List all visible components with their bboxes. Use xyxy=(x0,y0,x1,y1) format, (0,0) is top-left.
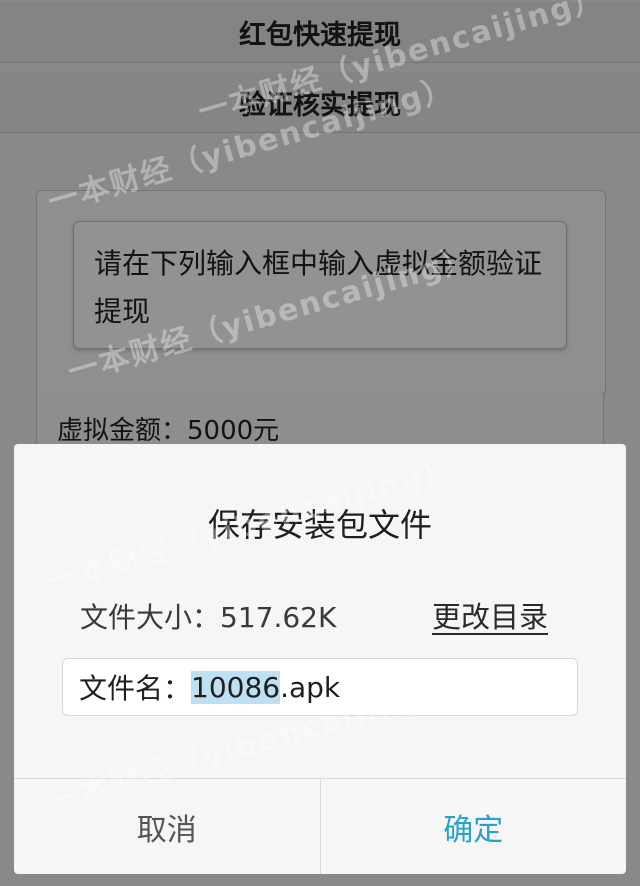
save-apk-dialog: 保存安装包文件 文件大小：517.62K 更改目录 文件名： 10086 .apk … xyxy=(14,444,626,874)
dialog-title: 保存安装包文件 xyxy=(207,506,432,544)
file-size: 文件大小：517.62K xyxy=(80,596,336,636)
dialog-button-row: 取消 确定 xyxy=(14,778,626,874)
filename-selected-text: 10086 xyxy=(191,670,281,704)
filename-label: 文件名： xyxy=(79,672,192,705)
confirm-button[interactable]: 确定 xyxy=(321,779,627,874)
filename-input[interactable]: 文件名： 10086 .apk xyxy=(62,658,578,716)
file-size-label: 文件大小： xyxy=(80,601,221,634)
cancel-button[interactable]: 取消 xyxy=(14,779,321,874)
filename-extension: .apk xyxy=(280,670,341,704)
change-directory-link[interactable]: 更改目录 xyxy=(432,594,548,636)
file-size-value: 517.62K xyxy=(220,601,337,634)
